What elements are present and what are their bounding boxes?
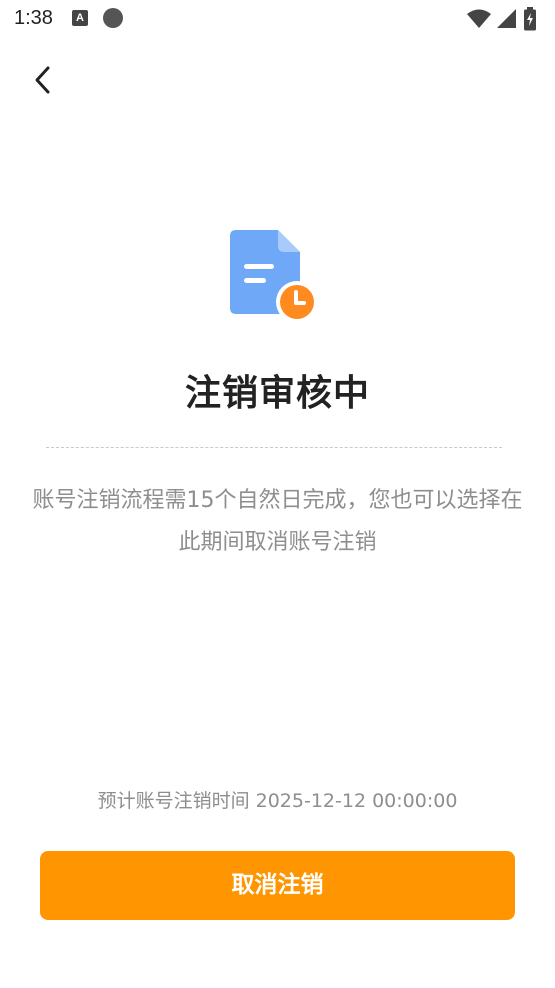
a-notification-icon: A <box>72 10 88 26</box>
signal-icon <box>497 9 516 28</box>
page-title: 注销审核中 <box>184 373 370 414</box>
estimated-deletion-time: 预计账号注销时间 2025-12-12 00:00:00 <box>0 786 555 813</box>
status-time: 1:38 <box>14 7 53 29</box>
description-text: 账号注销流程需15个自然日完成，您也可以选择在此期间取消账号注销 <box>32 488 523 555</box>
cancel-deletion-button[interactable]: 取消注销 <box>40 851 515 920</box>
circle-notification-icon <box>103 8 123 28</box>
back-button[interactable] <box>26 62 62 98</box>
estimate-time: 2025-12-12 00:00:00 <box>255 790 458 812</box>
status-indicators <box>467 7 537 31</box>
document-clock-icon <box>230 228 320 324</box>
wifi-icon <box>467 9 491 28</box>
battery-icon <box>524 7 536 31</box>
estimate-label: 预计账号注销时间 <box>97 790 250 812</box>
chevron-left-icon <box>35 66 50 94</box>
dashed-divider <box>46 447 502 448</box>
status-bar: 1:38 A <box>0 0 555 40</box>
